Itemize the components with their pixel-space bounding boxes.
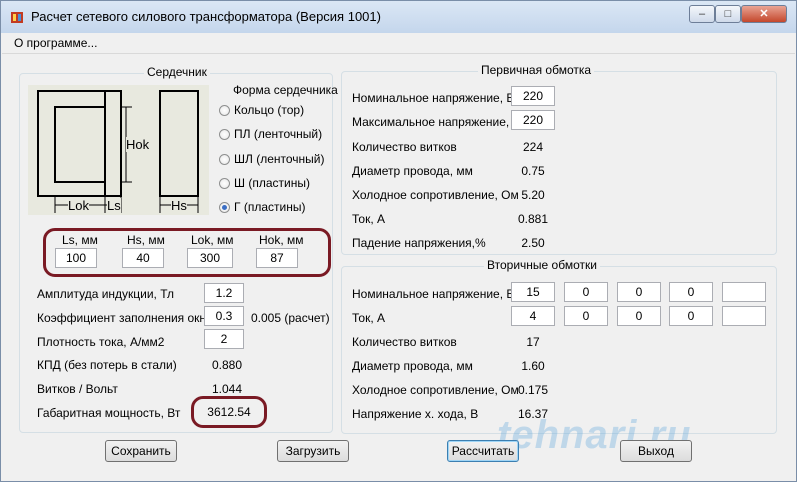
current-density-label: Плотность тока, А/мм2 — [37, 335, 165, 349]
primary-turns-label: Количество витков — [352, 140, 457, 154]
secondary-wire-label: Диаметр провода, мм — [352, 359, 473, 373]
current-density-input[interactable]: 2 — [204, 329, 244, 349]
radio-pl-label[interactable]: ПЛ (ленточный) — [234, 127, 322, 141]
secondary-group-title: Вторичные обмотки — [484, 258, 600, 272]
turns-per-volt-value: 1.044 — [211, 382, 243, 396]
shape-title: Форма сердечника — [233, 83, 338, 97]
ls-label: Ls, мм — [62, 233, 98, 247]
menu-about[interactable]: О программе... — [14, 36, 97, 50]
efficiency-label: КПД (без потерь в стали) — [37, 358, 177, 372]
power-value: 3612.54 — [207, 405, 251, 419]
secondary-voltage-input-4[interactable]: 0 — [669, 282, 713, 302]
fill-factor-input[interactable]: 0.3 — [204, 306, 244, 326]
radio-g-label[interactable]: Г (пластины) — [234, 200, 305, 214]
fill-factor-label: Коэффициент заполнения окна — [37, 311, 213, 325]
secondary-current-input-3[interactable]: 0 — [617, 306, 661, 326]
hok-input[interactable]: 87 — [256, 248, 298, 268]
secondary-current-input-5[interactable] — [722, 306, 766, 326]
secondary-open-voltage-label: Напряжение х. хода, В — [352, 407, 479, 421]
calculate-button[interactable]: Рассчитать — [447, 440, 519, 462]
window-title: Расчет сетевого силового трансформатора … — [31, 9, 381, 24]
efficiency-value: 0.880 — [211, 358, 243, 372]
primary-nominal-voltage-input[interactable]: 220 — [511, 86, 555, 106]
induction-label: Амплитуда индукции, Тл — [37, 287, 175, 301]
title-bar[interactable]: Расчет сетевого силового трансформатора … — [1, 1, 796, 33]
radio-ring-label[interactable]: Кольцо (тор) — [234, 103, 304, 117]
lok-label: Lok, мм — [191, 233, 234, 247]
secondary-current-input-2[interactable]: 0 — [564, 306, 608, 326]
save-button[interactable]: Сохранить — [105, 440, 177, 462]
hok-label: Hok, мм — [259, 233, 304, 247]
secondary-turns-value: 17 — [526, 335, 540, 349]
radio-ring[interactable] — [219, 105, 230, 116]
exit-button[interactable]: Выход — [620, 440, 692, 462]
secondary-voltage-input-5[interactable] — [722, 282, 766, 302]
primary-max-voltage-input[interactable]: 220 — [511, 110, 555, 130]
app-icon — [11, 12, 23, 23]
diagram-label-hs: Hs — [171, 198, 187, 213]
secondary-voltage-input-1[interactable]: 15 — [511, 282, 555, 302]
diagram-label-hok: Hok — [126, 137, 150, 152]
primary-max-voltage-label: Максимальное напряжение, В — [352, 115, 521, 129]
minimize-button[interactable]: – — [689, 5, 715, 23]
primary-wire-value: 0.75 — [521, 164, 545, 178]
hs-input[interactable]: 40 — [122, 248, 164, 268]
radio-g[interactable] — [219, 202, 230, 213]
primary-drop-value: 2.50 — [521, 236, 545, 250]
power-label: Габаритная мощность, Вт — [37, 406, 181, 420]
secondary-turns-label: Количество витков — [352, 335, 457, 349]
primary-turns-value: 224 — [522, 140, 544, 154]
secondary-current-input-4[interactable]: 0 — [669, 306, 713, 326]
induction-input[interactable]: 1.2 — [204, 283, 244, 303]
load-button[interactable]: Загрузить — [277, 440, 349, 462]
hs-label: Hs, мм — [127, 233, 165, 247]
radio-sh-label[interactable]: Ш (пластины) — [234, 176, 310, 190]
secondary-nominal-voltage-label: Номинальное напряжение, В — [352, 287, 515, 301]
diagram-label-ls: Ls — [107, 198, 121, 213]
primary-wire-label: Диаметр провода, мм — [352, 164, 473, 178]
turns-per-volt-label: Витков / Вольт — [37, 382, 118, 396]
lok-input[interactable]: 300 — [187, 248, 233, 268]
secondary-voltage-input-3[interactable]: 0 — [617, 282, 661, 302]
fill-factor-calc: 0.005 (расчет) — [251, 311, 330, 325]
secondary-current-input-1[interactable]: 4 — [511, 306, 555, 326]
primary-group-title: Первичная обмотка — [478, 63, 595, 77]
close-button[interactable]: ✕ — [741, 5, 787, 23]
primary-drop-label: Падение напряжения,% — [352, 236, 486, 250]
radio-pl[interactable] — [219, 129, 230, 140]
secondary-resistance-label: Холодное сопротивление, Ом — [352, 383, 519, 397]
menu-bar: О программе... — [2, 33, 795, 54]
main-window: Расчет сетевого силового трансформатора … — [0, 0, 797, 482]
secondary-voltage-input-2[interactable]: 0 — [564, 282, 608, 302]
secondary-current-label: Ток, А — [352, 311, 385, 325]
primary-resistance-value: 5.20 — [521, 188, 545, 202]
core-diagram-svg — [37, 90, 199, 213]
radio-sh[interactable] — [219, 178, 230, 189]
core-diagram: Hok Lok Ls Hs — [28, 85, 209, 215]
primary-resistance-label: Холодное сопротивление, Ом — [352, 188, 519, 202]
ls-input[interactable]: 100 — [55, 248, 97, 268]
radio-shl[interactable] — [219, 154, 230, 165]
core-group-title: Сердечник — [144, 65, 210, 79]
diagram-label-lok: Lok — [68, 198, 89, 213]
primary-current-value: 0.881 — [517, 212, 549, 226]
primary-nominal-voltage-label: Номинальное напряжение, В — [352, 91, 515, 105]
secondary-wire-value: 1.60 — [521, 359, 545, 373]
maximize-button[interactable]: □ — [715, 5, 741, 23]
primary-current-label: Ток, А — [352, 212, 385, 226]
secondary-resistance-value: 0.175 — [517, 383, 549, 397]
radio-shl-label[interactable]: ШЛ (ленточный) — [234, 152, 324, 166]
